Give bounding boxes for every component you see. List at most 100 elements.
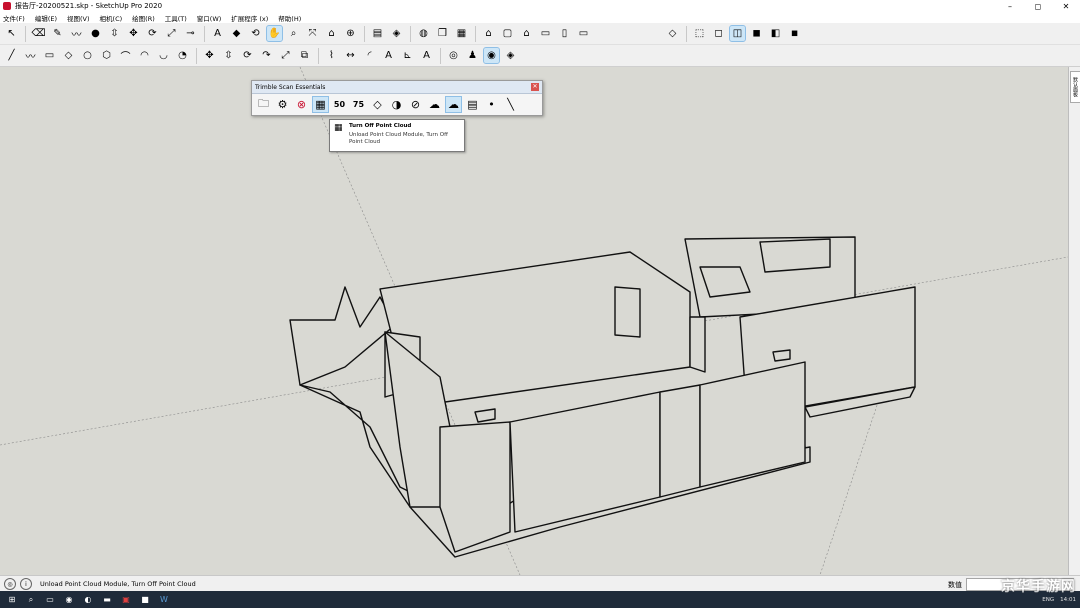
language-indicator[interactable]: ENG <box>1042 597 1054 603</box>
menu-edit[interactable]: 编辑(E) <box>35 13 57 23</box>
walk-icon[interactable]: ♟ <box>465 48 480 63</box>
point-cloud-off-icon[interactable]: ▦ <box>312 96 329 113</box>
move-icon[interactable]: ✥ <box>202 48 217 63</box>
position-camera-icon[interactable]: ◎ <box>446 48 461 63</box>
iso-icon[interactable]: ⌂ <box>481 26 496 41</box>
zoom-extents-icon[interactable]: ⤧ <box>305 26 320 41</box>
left-icon[interactable]: ▭ <box>576 26 591 41</box>
menu-extensions[interactable]: 扩展程序 (x) <box>231 13 268 23</box>
paint-icon[interactable]: ◆ <box>229 26 244 41</box>
text-icon[interactable]: A <box>210 26 225 41</box>
explorer-icon[interactable]: ▬ <box>100 594 114 606</box>
pie-icon[interactable]: ◔ <box>175 48 190 63</box>
menu-window[interactable]: 窗口(W) <box>197 13 222 23</box>
arc-icon[interactable]: ⌒ <box>118 48 133 63</box>
protractor-icon[interactable]: ◜ <box>362 48 377 63</box>
menu-draw[interactable]: 绘图(R) <box>132 13 155 23</box>
menu-tools[interactable]: 工具(T) <box>165 13 187 23</box>
search-icon[interactable]: ⌕ <box>24 594 38 606</box>
ruby-icon[interactable]: ◈ <box>389 26 404 41</box>
push-pull-icon[interactable]: ⇳ <box>107 26 122 41</box>
restore-icon[interactable]: ◻ <box>1024 0 1052 12</box>
component-icon[interactable]: ❒ <box>435 26 450 41</box>
look-around-icon[interactable]: ◉ <box>483 47 500 64</box>
hidden-line-icon[interactable]: ◫ <box>729 25 746 42</box>
menu-view[interactable]: 视图(V) <box>67 13 90 23</box>
contrast-icon[interactable]: ◑ <box>389 97 404 112</box>
app-icon[interactable]: ■ <box>138 594 152 606</box>
menu-help[interactable]: 帮助(H) <box>278 13 301 23</box>
right-icon[interactable]: ▭ <box>538 26 553 41</box>
paint-bucket-icon[interactable]: ● <box>88 26 103 41</box>
section-plane-icon[interactable]: ◈ <box>503 48 518 63</box>
drop-icon[interactable]: ◇ <box>370 97 385 112</box>
model-viewport[interactable] <box>0 67 1068 575</box>
monochrome-icon[interactable]: ◾ <box>787 26 802 41</box>
sketchup-icon[interactable]: ▣ <box>119 594 133 606</box>
extension-warehouse-icon[interactable]: ⊕ <box>343 26 358 41</box>
browser-icon[interactable]: ◐ <box>81 594 95 606</box>
dimension-icon[interactable]: ↔ <box>343 48 358 63</box>
chrome-icon[interactable]: ◉ <box>62 594 76 606</box>
zoom-icon[interactable]: ⌕ <box>286 26 301 41</box>
menu-camera[interactable]: 相机(C) <box>100 13 123 23</box>
50-icon[interactable]: 50 <box>332 97 347 112</box>
rotate-icon[interactable]: ⟳ <box>145 26 160 41</box>
three-point-arc-icon[interactable]: ◡ <box>156 48 171 63</box>
axes-icon[interactable]: ⊾ <box>400 48 415 63</box>
rotated-rect-icon[interactable]: ◇ <box>61 48 76 63</box>
75-icon[interactable]: 75 <box>351 97 366 112</box>
back-edges-icon[interactable]: ⬚ <box>692 26 707 41</box>
push-pull-icon[interactable]: ⇳ <box>221 48 236 63</box>
cloud-up-icon[interactable]: ☁ <box>445 96 462 113</box>
offset-icon[interactable]: ⧉ <box>297 48 312 63</box>
shaded-icon[interactable]: ◼ <box>749 26 764 41</box>
front-icon[interactable]: ⌂ <box>519 26 534 41</box>
cloud-list-icon[interactable]: ▤ <box>465 97 480 112</box>
close-icon[interactable]: ✕ <box>531 83 539 91</box>
task-view-icon[interactable]: ▭ <box>43 594 57 606</box>
line-icon[interactable]: ╲ <box>503 97 518 112</box>
geo-location-icon[interactable]: ◎ <box>4 578 16 590</box>
rectangle-icon[interactable]: ▭ <box>42 48 57 63</box>
top-icon[interactable]: ▢ <box>500 26 515 41</box>
folder-icon[interactable]: 🗀 <box>256 97 271 112</box>
word-icon[interactable]: W <box>157 594 171 606</box>
start-icon[interactable]: ⊞ <box>5 594 19 606</box>
freehand-icon[interactable]: 〰 <box>23 48 38 63</box>
settings-icon[interactable]: ⚙ <box>275 97 290 112</box>
tape-measure-icon[interactable]: ⌇ <box>324 48 339 63</box>
info-icon[interactable]: i <box>20 578 32 590</box>
back-icon[interactable]: ▯ <box>557 26 572 41</box>
freehand-icon[interactable]: 〰 <box>69 26 84 41</box>
rotate-icon[interactable]: ⟳ <box>240 48 255 63</box>
layout-icon[interactable]: ▤ <box>370 26 385 41</box>
line-icon[interactable]: ╱ <box>4 48 19 63</box>
wireframe-icon[interactable]: ◻ <box>711 26 726 41</box>
close-icon[interactable]: ✕ <box>1052 0 1080 12</box>
xray-icon[interactable]: ◇ <box>665 26 680 41</box>
move-icon[interactable]: ✥ <box>126 26 141 41</box>
menu-file[interactable]: 文件(F) <box>3 13 25 23</box>
scenes-icon[interactable]: ▦ <box>454 26 469 41</box>
pencil-line-icon[interactable]: ✎ <box>50 26 65 41</box>
pan-icon[interactable]: ✋ <box>266 25 283 42</box>
clock[interactable]: 14:01 <box>1060 597 1076 603</box>
tape-icon[interactable]: ⊸ <box>183 26 198 41</box>
eraser-icon[interactable]: ⌫ <box>31 26 46 41</box>
orbit-icon[interactable]: ⟲ <box>248 26 263 41</box>
cloud-down-icon[interactable]: ☁ <box>427 97 442 112</box>
two-point-arc-icon[interactable]: ◠ <box>137 48 152 63</box>
default-tray-tab[interactable]: 默认面板 <box>1070 71 1080 103</box>
hatch-icon[interactable]: ⊘ <box>408 97 423 112</box>
point-icon[interactable]: • <box>484 97 499 112</box>
circle-icon[interactable]: ○ <box>80 48 95 63</box>
cancel-icon[interactable]: ⊗ <box>294 97 309 112</box>
select-icon[interactable]: ↖ <box>4 26 19 41</box>
scan-panel-titlebar[interactable]: Trimble Scan Essentials ✕ <box>252 81 542 94</box>
polygon-icon[interactable]: ⬡ <box>99 48 114 63</box>
3d-text-icon[interactable]: A <box>419 48 434 63</box>
warehouse-icon[interactable]: ⌂ <box>324 26 339 41</box>
shaded-textures-icon[interactable]: ◧ <box>768 26 783 41</box>
follow-me-icon[interactable]: ↷ <box>259 48 274 63</box>
